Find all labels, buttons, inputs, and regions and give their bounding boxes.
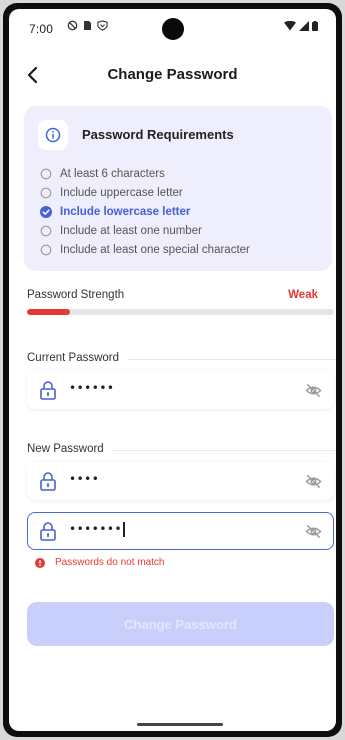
eye-off-icon[interactable] [305,523,322,540]
home-indicator[interactable] [137,723,223,726]
current-password-input[interactable]: •••••• [69,381,289,395]
status-notification-icons [67,20,108,31]
status-system-icons [284,21,318,31]
status-bar: 7:00 [9,9,336,49]
section-divider [109,450,336,451]
device-frame: 7:00 Change Password Password Requiremen… [3,3,342,737]
requirements-list: At least 6 characters Include uppercase l… [40,164,330,259]
page-title: Change Password [107,66,238,83]
current-password-field[interactable]: •••••• [27,371,334,409]
new-password-input[interactable]: •••• [69,472,289,486]
requirements-card: Password Requirements At least 6 charact… [24,106,332,271]
current-password-label: Current Password [27,352,128,364]
requirement-item: Include lowercase letter [40,202,330,221]
requirement-label: At least 6 characters [60,167,165,180]
strength-label: Password Strength [27,289,125,301]
wifi-icon [284,21,296,31]
app-bar: Change Password [9,55,336,95]
info-icon [45,127,61,143]
front-camera [162,18,184,40]
info-tile [38,120,68,150]
sim-card-icon [84,21,91,30]
section-divider [124,359,336,360]
empty-circle-icon [40,225,52,236]
password-mismatch-error: Passwords do not match [35,557,165,568]
do-not-disturb-icon [67,20,78,31]
confirm-password-input[interactable]: ••••••• [69,522,289,537]
strength-bar-fill [27,309,70,315]
screen: 7:00 Change Password Password Requiremen… [9,9,336,731]
requirement-item: At least 6 characters [40,164,330,183]
strength-bar [27,309,334,315]
confirm-password-field[interactable]: ••••••• [27,512,334,550]
change-password-button[interactable]: Change Password [27,602,334,646]
confirm-password-value: ••••••• [69,522,123,536]
requirement-item: Include uppercase letter [40,183,330,202]
error-message: Passwords do not match [55,557,165,568]
requirement-label: Include at least one number [60,224,202,237]
requirement-item: Include at least one number [40,221,330,240]
lock-icon [40,472,56,491]
signal-icon [299,21,309,31]
check-circle-icon [40,205,52,218]
eye-off-icon[interactable] [305,473,322,490]
empty-circle-icon [40,187,52,198]
eye-off-icon[interactable] [305,382,322,399]
new-password-field[interactable]: •••• [27,462,334,500]
requirement-label: Include at least one special character [60,243,250,256]
error-icon [35,557,45,568]
new-password-label: New Password [27,443,112,455]
lock-icon [40,381,56,400]
empty-circle-icon [40,168,52,179]
lock-icon [40,522,56,541]
status-time: 7:00 [29,22,54,36]
requirement-label: Include uppercase letter [60,186,183,199]
text-cursor [123,522,125,537]
requirement-label: Include lowercase letter [60,205,191,218]
empty-circle-icon [40,244,52,255]
shield-icon [97,20,108,31]
strength-value: Weak [288,289,318,301]
battery-icon [312,21,318,31]
requirements-title: Password Requirements [82,127,234,142]
requirement-item: Include at least one special character [40,240,330,259]
